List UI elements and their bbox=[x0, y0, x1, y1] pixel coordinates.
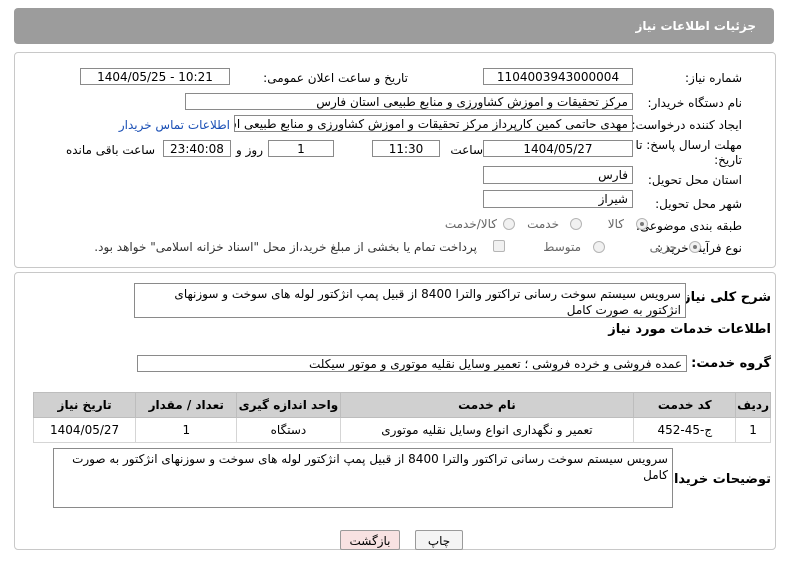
announce-date-label: تاریخ و ساعت اعلان عمومی: bbox=[263, 71, 408, 85]
category-radio-service[interactable] bbox=[570, 218, 582, 230]
col-unit: واحد اندازه گیری bbox=[236, 392, 341, 418]
buyer-notes-label: توضیحات خریدار: bbox=[661, 472, 771, 487]
province-field[interactable]: فارس bbox=[483, 166, 633, 184]
process-radio-minor[interactable] bbox=[689, 241, 701, 253]
buyer-org-field[interactable]: مرکز تحقیقات و اموزش کشاورزی و منابع طبی… bbox=[185, 93, 633, 110]
remaining-days-label: روز و bbox=[236, 143, 263, 157]
cell-service-name: تعمیر و نگهداری انواع وسایل نقلیه موتوری bbox=[339, 417, 635, 443]
need-number-label: شماره نیاز: bbox=[685, 71, 742, 85]
col-row: ردیف bbox=[735, 392, 771, 418]
cell-row: 1 bbox=[735, 417, 771, 443]
services-table-header: ردیف کد خدمت نام خدمت واحد اندازه گیری ت… bbox=[32, 392, 771, 418]
process-option-minor: جزیی bbox=[649, 240, 677, 254]
cell-quantity: 1 bbox=[135, 417, 238, 443]
requester-label: ایجاد کننده درخواست: bbox=[631, 118, 742, 132]
col-service-name: نام خدمت bbox=[339, 392, 635, 418]
treasury-payment-checkbox[interactable] bbox=[493, 240, 505, 252]
services-table: ردیف کد خدمت نام خدمت واحد اندازه گیری ت… bbox=[32, 392, 771, 443]
deadline-time-label: ساعت bbox=[450, 143, 483, 157]
summary-label: شرح کلی نیاز: bbox=[677, 290, 771, 305]
print-button[interactable]: چاپ bbox=[415, 530, 463, 550]
process-option-medium: متوسط bbox=[543, 240, 581, 254]
city-label: شهر محل تحویل: bbox=[655, 197, 742, 211]
city-field[interactable]: شیراز bbox=[483, 190, 633, 208]
category-radio-goods-service[interactable] bbox=[503, 218, 515, 230]
requester-field[interactable]: مهدی حاتمی کمین کارپرداز مرکز تحقیقات و … bbox=[234, 115, 633, 132]
deadline-time-field[interactable]: 11:30 bbox=[372, 140, 440, 157]
process-radio-medium[interactable] bbox=[593, 241, 605, 253]
services-section-title: اطلاعات خدمات مورد نیاز bbox=[608, 322, 771, 337]
cell-unit: دستگاه bbox=[236, 417, 341, 443]
category-option-goods-service: کالا/خدمت bbox=[444, 217, 497, 231]
buyer-contact-link[interactable]: اطلاعات تماس خریدار bbox=[119, 118, 230, 132]
service-group-label: گروه خدمت: bbox=[691, 356, 771, 371]
need-number-field[interactable]: 1104003943000004 bbox=[483, 68, 633, 85]
remaining-days-field[interactable]: 1 bbox=[268, 140, 334, 157]
remaining-time-field[interactable]: 23:40:08 bbox=[163, 140, 231, 157]
remaining-time-label: ساعت باقی مانده bbox=[65, 143, 155, 157]
col-quantity: تعداد / مقدار bbox=[135, 392, 238, 418]
treasury-payment-note: پرداخت تمام یا بخشی از مبلغ خرید،از محل … bbox=[94, 240, 477, 254]
category-option-goods: کالا bbox=[607, 217, 624, 231]
category-option-service: خدمت bbox=[527, 217, 559, 231]
buyer-notes-textarea[interactable]: سرویس سیستم سوخت رسانی تراکتور والترا 84… bbox=[53, 448, 673, 508]
category-radio-goods[interactable] bbox=[636, 218, 648, 230]
service-group-field[interactable]: عمده فروشی و خرده فروشی ؛ تعمیر وسایل نق… bbox=[137, 355, 687, 372]
deadline-label-line1: مهلت ارسال پاسخ: تا bbox=[635, 138, 742, 152]
announce-date-field[interactable]: 1404/05/25 - 10:21 bbox=[80, 68, 230, 85]
deadline-label-line2: تاریخ: bbox=[714, 153, 742, 167]
page-header: جزئیات اطلاعات نیاز bbox=[14, 8, 774, 44]
table-row: 1 ج-45-452 تعمیر و نگهداری انواع وسایل ن… bbox=[32, 417, 771, 443]
deadline-date-field[interactable]: 1404/05/27 bbox=[483, 140, 633, 157]
col-service-code: کد خدمت bbox=[633, 392, 737, 418]
col-need-date: تاریخ نیاز bbox=[32, 392, 137, 418]
summary-textarea[interactable]: سرویس سیستم سوخت رسانی تراکتور والترا 84… bbox=[134, 283, 686, 318]
province-label: استان محل تحویل: bbox=[647, 173, 742, 187]
page-title: جزئیات اطلاعات نیاز bbox=[635, 19, 756, 33]
cell-service-code: ج-45-452 bbox=[633, 417, 737, 443]
buyer-org-label: نام دستگاه خریدار: bbox=[647, 96, 743, 110]
cell-need-date: 1404/05/27 bbox=[32, 417, 137, 443]
category-label: طبقه بندی موضوعی: bbox=[635, 219, 742, 233]
back-button[interactable]: بازگشت bbox=[340, 530, 400, 550]
